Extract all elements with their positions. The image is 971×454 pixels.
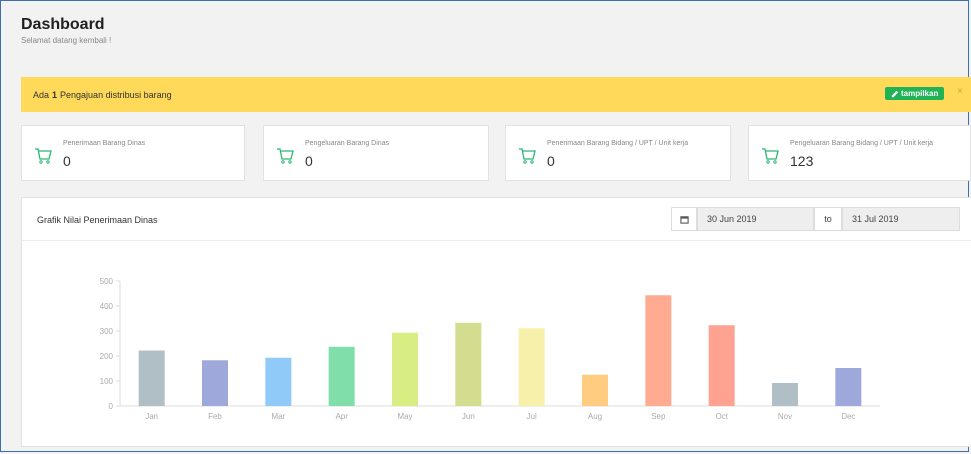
stat-value: 0: [547, 153, 555, 169]
y-tick-label: 100: [100, 377, 114, 386]
alert-message: Pengajuan distribusi barang: [60, 89, 172, 100]
date-to-input[interactable]: 31 Jul 2019: [842, 207, 960, 231]
bar-jul[interactable]: [518, 328, 545, 406]
to-label: to: [814, 207, 842, 231]
bar-jan[interactable]: [138, 350, 165, 407]
x-tick-label: Dec: [841, 412, 855, 421]
close-icon[interactable]: ×: [957, 86, 963, 97]
bar-dec[interactable]: [835, 368, 862, 406]
page-subtitle: Selamat datang kembali !: [21, 36, 112, 45]
bar-mar[interactable]: [265, 357, 292, 406]
stat-label: Pengeluaran Barang Bidang / UPT / Unit k…: [790, 140, 934, 147]
bar-chart: 0 100 200 300 400 500 Jan Feb Mar Apr May Jun Jul Aug…: [100, 277, 880, 421]
x-tick-label: May: [397, 412, 412, 421]
cart-icon: [762, 148, 779, 164]
stat-label: Penerimaan Barang Dinas: [63, 140, 146, 147]
x-tick-label: Jan: [145, 412, 158, 421]
x-tick-label: Oct: [715, 412, 728, 421]
bar-jun[interactable]: [455, 322, 482, 406]
chart-header: Grafik Nilai Penerimaan Dinas 30 Jun 201…: [22, 198, 971, 241]
y-tick-label: 500: [100, 277, 114, 286]
distribution-alert: Ada 1 Pengajuan distribusi barang tampil…: [21, 77, 971, 112]
bar-feb[interactable]: [202, 360, 228, 406]
show-button-label: tampilkan: [901, 89, 939, 98]
stat-card-penerimaan-dinas: Penerimaan Barang Dinas 0: [21, 125, 245, 181]
x-tick-label: Jul: [527, 412, 537, 421]
x-tick-label: Sep: [651, 412, 666, 421]
bar-sep[interactable]: [645, 295, 672, 406]
show-button[interactable]: tampilkan: [885, 87, 945, 100]
bar-oct[interactable]: [708, 325, 735, 406]
stat-card-pengeluaran-bidang: Pengeluaran Barang Bidang / UPT / Unit k…: [748, 125, 971, 181]
stat-card-penerimaan-bidang: Penerimaan Barang Bidang / UPT / Unit ke…: [505, 125, 731, 181]
pencil-icon: [891, 90, 899, 97]
x-tick-label: Aug: [588, 412, 602, 421]
stat-label: Pengeluaran Barang Dinas: [305, 140, 390, 147]
cart-icon: [35, 148, 52, 164]
stat-card-pengeluaran-dinas: Pengeluaran Barang Dinas 0: [263, 125, 489, 181]
x-tick-label: Apr: [335, 412, 348, 421]
alert-prefix: Ada: [33, 89, 50, 100]
cart-icon: [277, 148, 294, 164]
bar-aug[interactable]: [582, 374, 608, 406]
bar-apr[interactable]: [328, 346, 355, 406]
stat-value: 123: [790, 153, 814, 169]
page-header: Dashboard Selamat datang kembali !: [21, 16, 111, 45]
alert-count: 1: [52, 89, 58, 100]
stat-value: 0: [305, 153, 313, 169]
cart-icon: [519, 148, 536, 164]
page-title: Dashboard: [21, 16, 105, 33]
date-from-input[interactable]: 30 Jun 2019: [697, 207, 814, 231]
calendar-button[interactable]: [671, 207, 697, 231]
x-tick-label: Feb: [208, 412, 222, 421]
y-tick-label: 300: [100, 327, 114, 336]
chart-card: Grafik Nilai Penerimaan Dinas 30 Jun 201…: [21, 197, 971, 447]
y-tick-label: 400: [100, 302, 114, 311]
stat-label: Penerimaan Barang Bidang / UPT / Unit ke…: [547, 140, 689, 147]
x-tick-label: Jun: [462, 412, 475, 421]
calendar-icon: [679, 215, 689, 224]
y-tick-label: 0: [109, 402, 114, 411]
bar-nov[interactable]: [772, 383, 798, 406]
x-tick-label: Mar: [271, 412, 285, 421]
y-tick-label: 200: [100, 352, 114, 361]
stat-value: 0: [63, 153, 71, 169]
x-tick-label: Nov: [778, 412, 792, 421]
chart-title: Grafik Nilai Penerimaan Dinas: [37, 215, 158, 225]
bar-may[interactable]: [392, 332, 418, 406]
